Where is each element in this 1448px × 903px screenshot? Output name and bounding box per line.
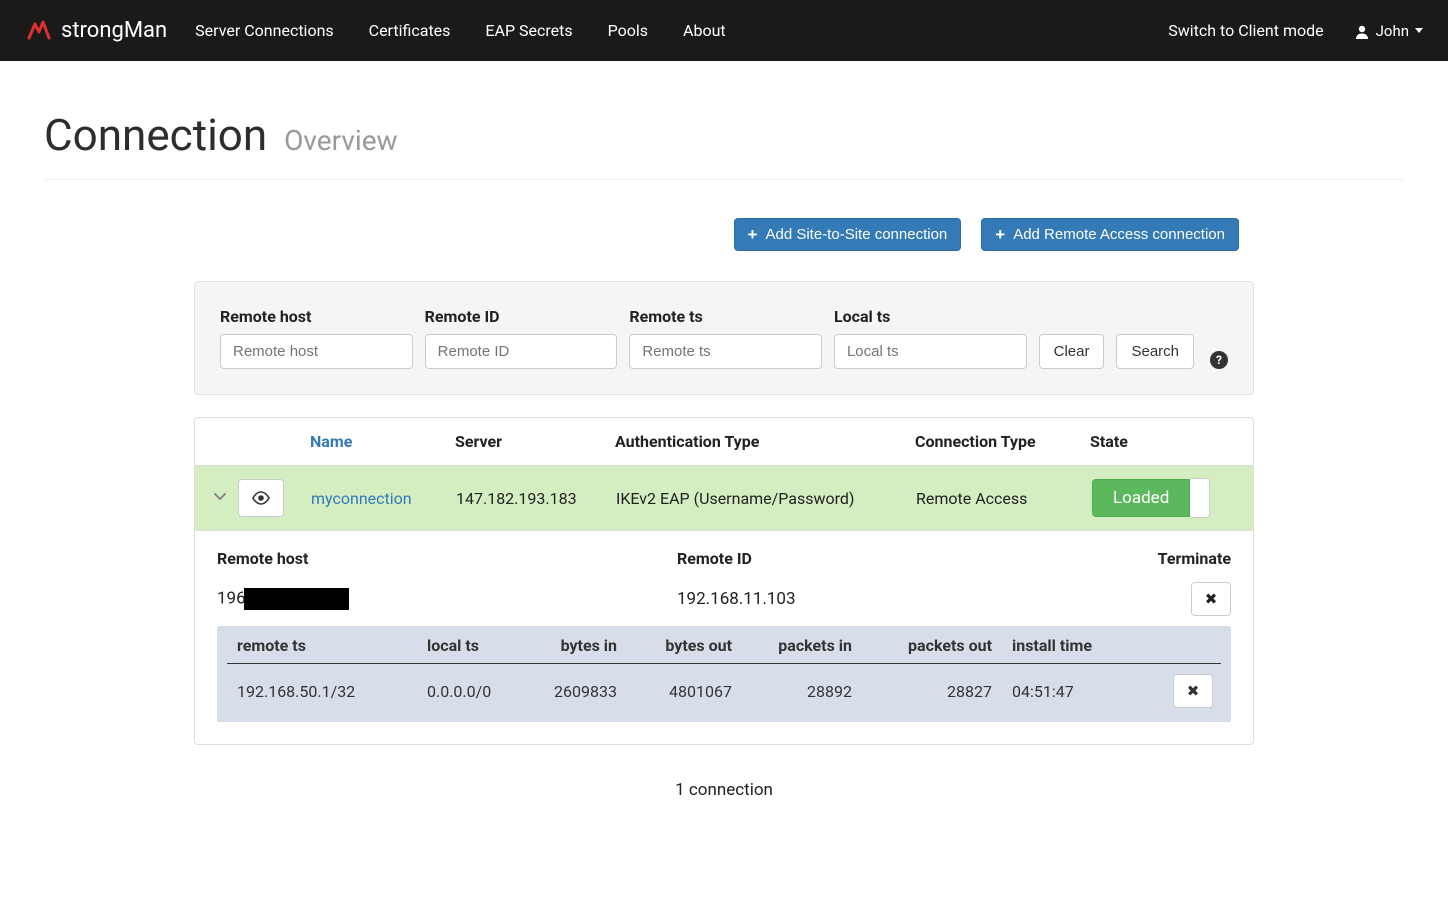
terminate-child-button[interactable]: ✖ [1173, 674, 1213, 708]
page-title: Connection Overview [44, 61, 1404, 180]
page-title-main: Connection [44, 109, 267, 161]
redacted-block [244, 588, 349, 610]
stats-h-lts: local ts [427, 636, 532, 655]
stats-rts: 192.168.50.1/32 [237, 682, 427, 701]
filter-remote-id-label: Remote ID [425, 307, 618, 326]
view-button[interactable] [238, 479, 284, 517]
stats-h-rts: remote ts [237, 636, 427, 655]
footer-count: 1 connection [194, 780, 1254, 800]
header-server: Server [455, 432, 615, 451]
clear-button[interactable]: Clear [1039, 334, 1105, 369]
stats-h-bout: bytes out [637, 636, 752, 655]
nav-switch-mode[interactable]: Switch to Client mode [1168, 21, 1323, 40]
user-name: John [1376, 22, 1409, 40]
brand[interactable]: strongMan [25, 18, 167, 43]
stats-bin: 2609833 [532, 682, 637, 701]
header-name[interactable]: Name [310, 432, 455, 451]
filter-local-ts-input[interactable] [834, 334, 1027, 369]
nav-server-connections[interactable]: Server Connections [195, 21, 333, 40]
caret-down-icon [1415, 28, 1423, 33]
add-s2s-label: Add Site-to-Site connection [765, 226, 947, 243]
header-state: State [1090, 432, 1235, 451]
stats-row: 192.168.50.1/32 0.0.0.0/0 2609833 480106… [227, 664, 1221, 712]
filter-remote-host-label: Remote host [220, 307, 413, 326]
nav-links: Server Connections Certificates EAP Secr… [195, 21, 725, 40]
navbar: strongMan Server Connections Certificate… [0, 0, 1448, 61]
nav-eap-secrets[interactable]: EAP Secrets [485, 21, 572, 40]
terminate-sa-button[interactable]: ✖ [1191, 582, 1231, 616]
brand-logo-icon [25, 20, 53, 42]
filter-remote-host-input[interactable] [220, 334, 413, 369]
stats-lts: 0.0.0.0/0 [427, 682, 532, 701]
stats-bout: 4801067 [637, 682, 752, 701]
add-site-to-site-button[interactable]: + Add Site-to-Site connection [734, 218, 962, 251]
nav-certificates[interactable]: Certificates [369, 21, 451, 40]
page-title-sub: Overview [284, 124, 398, 157]
row-expander[interactable] [213, 489, 238, 507]
add-ra-label: Add Remote Access connection [1013, 226, 1225, 243]
state-toggle[interactable] [1190, 478, 1210, 518]
detail-header-host: Remote host [217, 549, 677, 568]
detail-header-terminate: Terminate [1141, 549, 1231, 568]
user-menu[interactable]: John [1354, 21, 1423, 39]
detail-remote-id: 192.168.11.103 [677, 589, 1141, 609]
stats-h-pout: packets out [872, 636, 1012, 655]
nav-about[interactable]: About [683, 21, 726, 40]
host-prefix: 196 [217, 588, 246, 608]
nav-pools[interactable]: Pools [608, 21, 648, 40]
stats-h-pin: packets in [752, 636, 872, 655]
connections-table: Name Server Authentication Type Connecti… [194, 417, 1254, 745]
filter-remote-ts-label: Remote ts [629, 307, 822, 326]
add-remote-access-button[interactable]: + Add Remote Access connection [981, 218, 1239, 251]
stats-pin: 28892 [752, 682, 872, 701]
help-icon[interactable]: ? [1210, 351, 1228, 369]
state-label: Loaded [1092, 479, 1190, 517]
close-icon: ✖ [1187, 682, 1200, 700]
header-auth: Authentication Type [615, 432, 915, 451]
stats-h-time: install time [1012, 636, 1142, 655]
row-name[interactable]: myconnection [311, 489, 456, 508]
detail-header-id: Remote ID [677, 549, 1141, 568]
stats-pout: 28827 [872, 682, 1012, 701]
stats-time: 04:51:47 [1012, 682, 1142, 701]
close-icon: ✖ [1205, 590, 1218, 608]
filter-panel: Remote host Remote ID Remote ts Local ts… [194, 281, 1254, 395]
plus-icon: + [748, 226, 758, 243]
plus-icon: + [995, 226, 1005, 243]
eye-icon [251, 491, 271, 505]
table-header: Name Server Authentication Type Connecti… [195, 418, 1253, 465]
filter-local-ts-label: Local ts [834, 307, 1027, 326]
detail-remote-host: 196 [217, 588, 677, 610]
row-server: 147.182.193.183 [456, 489, 616, 508]
row-auth: IKEv2 EAP (Username/Password) [616, 489, 916, 508]
header-type: Connection Type [915, 432, 1090, 451]
brand-text: strongMan [61, 18, 167, 43]
filter-remote-id-input[interactable] [425, 334, 618, 369]
detail-section: Remote host Remote ID Terminate 196 192.… [195, 530, 1253, 744]
stats-table: remote ts local ts bytes in bytes out pa… [217, 626, 1231, 722]
user-icon [1354, 21, 1370, 39]
state-badge[interactable]: Loaded [1092, 478, 1210, 518]
row-type: Remote Access [916, 489, 1091, 508]
search-button[interactable]: Search [1116, 334, 1194, 369]
stats-h-bin: bytes in [532, 636, 637, 655]
filter-remote-ts-input[interactable] [629, 334, 822, 369]
table-row: myconnection 147.182.193.183 IKEv2 EAP (… [195, 465, 1253, 530]
